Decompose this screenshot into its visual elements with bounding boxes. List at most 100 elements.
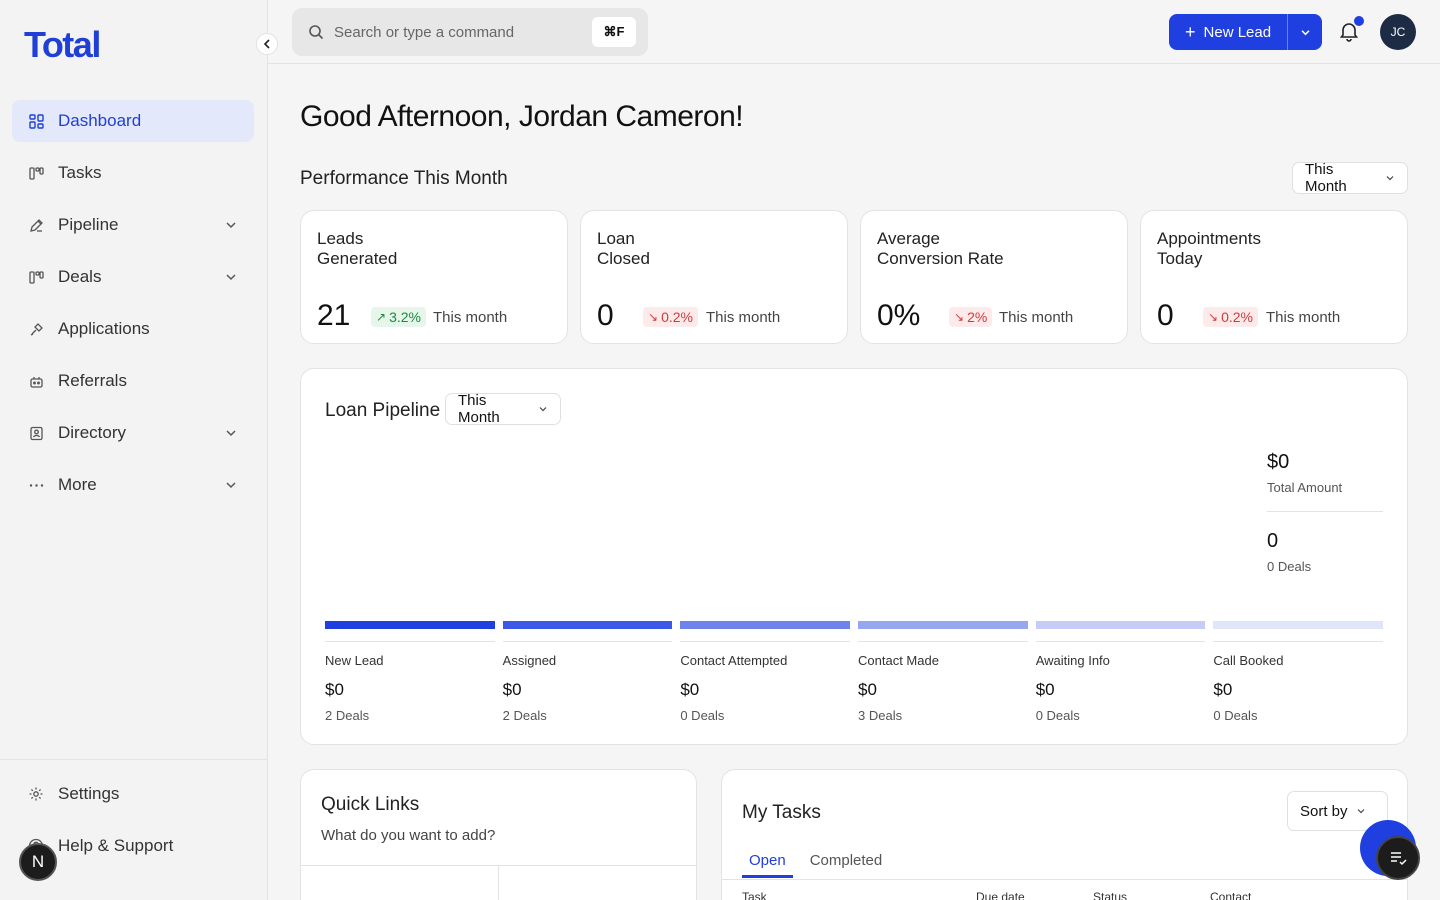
- select-value: Sort by: [1300, 802, 1348, 820]
- tasks-icon: [28, 165, 44, 181]
- chevron-down-icon[interactable]: [224, 218, 238, 232]
- column-header-due-date[interactable]: Due date: [976, 890, 1025, 900]
- quick-links-subtitle: What do you want to add?: [321, 827, 496, 844]
- sidebar-item-applications[interactable]: Applications: [12, 308, 254, 350]
- n-badge[interactable]: N: [19, 843, 57, 881]
- select-value: This Month: [1305, 161, 1347, 195]
- dashboard-icon: [28, 113, 44, 129]
- stage-amount: $0: [325, 680, 344, 699]
- new-lead-button[interactable]: + New Lead: [1169, 14, 1289, 50]
- stat-card-appointments[interactable]: Appointments Today 0 ↘ 0.2% This month: [1140, 210, 1408, 344]
- stage-amount: $0: [858, 680, 877, 699]
- pipeline-stage[interactable]: Call Booked $0 0 Deals: [1213, 621, 1384, 723]
- new-lead-button-group: + New Lead: [1169, 14, 1323, 50]
- search-bar[interactable]: ⌘F: [292, 8, 648, 56]
- stage-name: Awaiting Info: [1035, 653, 1110, 668]
- sidebar-item-label: Dashboard: [58, 111, 142, 130]
- divider: [1035, 641, 1206, 642]
- divider: [502, 641, 673, 642]
- performance-title: Performance This Month: [300, 168, 508, 189]
- divider: [301, 865, 696, 866]
- tab-open[interactable]: Open: [742, 852, 793, 878]
- chevron-down-icon[interactable]: [224, 426, 238, 440]
- pipeline-stage[interactable]: Contact Made $0 3 Deals: [858, 621, 1028, 723]
- total-amount-value: $0: [1267, 451, 1290, 473]
- pipeline-stage[interactable]: New Lead $0 2 Deals: [325, 621, 495, 723]
- stage-deals: 2 Deals: [502, 708, 547, 723]
- pipeline-range-select[interactable]: This Month: [445, 392, 561, 426]
- stage-bar: [1035, 621, 1206, 629]
- stat-value: 0: [597, 299, 614, 332]
- stage-amount: $0: [1035, 680, 1055, 699]
- sidebar-item-label: Tasks: [58, 163, 102, 182]
- avatar[interactable]: JC: [1380, 14, 1416, 50]
- stat-period: This month: [1266, 309, 1341, 326]
- stage-bar: [502, 621, 673, 629]
- new-lead-dropdown-button[interactable]: [1288, 14, 1322, 50]
- stat-label: Average Conversion Rate: [877, 229, 1004, 268]
- divider: [325, 641, 495, 642]
- divider: [722, 879, 1407, 880]
- sidebar-item-deals[interactable]: Deals: [12, 256, 254, 298]
- stat-period: This month: [999, 309, 1074, 326]
- loan-pipeline-card: Loan Pipeline This Month $0 Total Amount…: [300, 368, 1408, 745]
- divider: [1213, 641, 1384, 642]
- stage-deals: 2 Deals: [325, 708, 370, 723]
- pipeline-icon: [28, 217, 44, 233]
- sidebar-item-dashboard[interactable]: Dashboard: [12, 100, 254, 142]
- stat-card-conversion-rate[interactable]: Average Conversion Rate 0% ↘ 2% This month: [860, 210, 1128, 344]
- plus-icon: +: [1185, 22, 1196, 42]
- chevron-down-icon: [1385, 173, 1395, 183]
- sidebar-collapse-button[interactable]: [256, 33, 278, 55]
- deals-icon: [28, 269, 44, 285]
- divider: [1267, 511, 1383, 512]
- pipeline-totals: $0 Total Amount 0 0 Deals: [1267, 451, 1383, 574]
- sidebar-nav: Dashboard Tasks Pipeline Deals Applicati…: [12, 100, 254, 516]
- column-header-task[interactable]: Task: [742, 890, 767, 900]
- chevron-down-icon[interactable]: [224, 270, 238, 284]
- search-input[interactable]: [334, 23, 592, 41]
- stat-change-badge: ↘ 0.2%: [643, 307, 698, 327]
- task-list-button[interactable]: [1376, 836, 1420, 880]
- trend-down-icon: ↘: [954, 310, 965, 324]
- sidebar-item-pipeline[interactable]: Pipeline: [12, 204, 254, 246]
- stat-card-leads[interactable]: Leads Generated 21 ↗ 3.2% This month: [300, 210, 568, 344]
- sidebar-item-label: Help & Support: [58, 836, 174, 855]
- stat-label: Appointments Today: [1157, 229, 1261, 268]
- sidebar-item-referrals[interactable]: Referrals: [12, 360, 254, 402]
- sidebar-item-settings[interactable]: Settings: [12, 773, 254, 815]
- sidebar-item-label: Settings: [58, 784, 120, 803]
- stat-card-loan-closed[interactable]: Loan Closed 0 ↘ 0.2% This month: [580, 210, 848, 344]
- app-logo[interactable]: Total: [24, 24, 101, 66]
- pipeline-stage[interactable]: Contact Attempted $0 0 Deals: [680, 621, 851, 723]
- chevron-down-icon: [538, 404, 548, 414]
- stat-label: Leads Generated: [317, 229, 398, 268]
- stage-deals: 3 Deals: [858, 708, 903, 723]
- sidebar-item-directory[interactable]: Directory: [12, 412, 254, 454]
- tab-completed[interactable]: Completed: [803, 852, 890, 878]
- sidebar-item-label: Pipeline: [58, 215, 119, 234]
- referrals-icon: [28, 373, 44, 389]
- performance-range-select[interactable]: This Month: [1292, 161, 1408, 195]
- sidebar-divider: [0, 759, 268, 760]
- column-header-status[interactable]: Status: [1093, 890, 1127, 900]
- directory-icon: [28, 425, 44, 441]
- sidebar-item-more[interactable]: More: [12, 464, 254, 506]
- stat-label: Loan Closed: [597, 229, 650, 268]
- stage-bar: [1213, 621, 1384, 629]
- stage-amount: $0: [680, 680, 700, 699]
- sidebar-item-tasks[interactable]: Tasks: [12, 152, 254, 194]
- stat-change-badge: ↘ 2%: [949, 307, 993, 327]
- chevron-down-icon[interactable]: [224, 478, 238, 492]
- list-check-icon: [1389, 850, 1407, 866]
- chevron-down-icon: [1356, 806, 1366, 816]
- search-icon: [308, 24, 324, 40]
- sidebar-item-label: Referrals: [58, 371, 127, 390]
- column-header-contact[interactable]: Contact: [1210, 890, 1251, 900]
- pipeline-stage[interactable]: Assigned $0 2 Deals: [502, 621, 673, 723]
- quick-links-title: Quick Links: [321, 794, 420, 815]
- stage-bar: [325, 621, 495, 629]
- trend-down-icon: ↘: [1208, 310, 1219, 324]
- pipeline-stage[interactable]: Awaiting Info $0 0 Deals: [1035, 621, 1206, 723]
- select-value: This Month: [458, 392, 500, 426]
